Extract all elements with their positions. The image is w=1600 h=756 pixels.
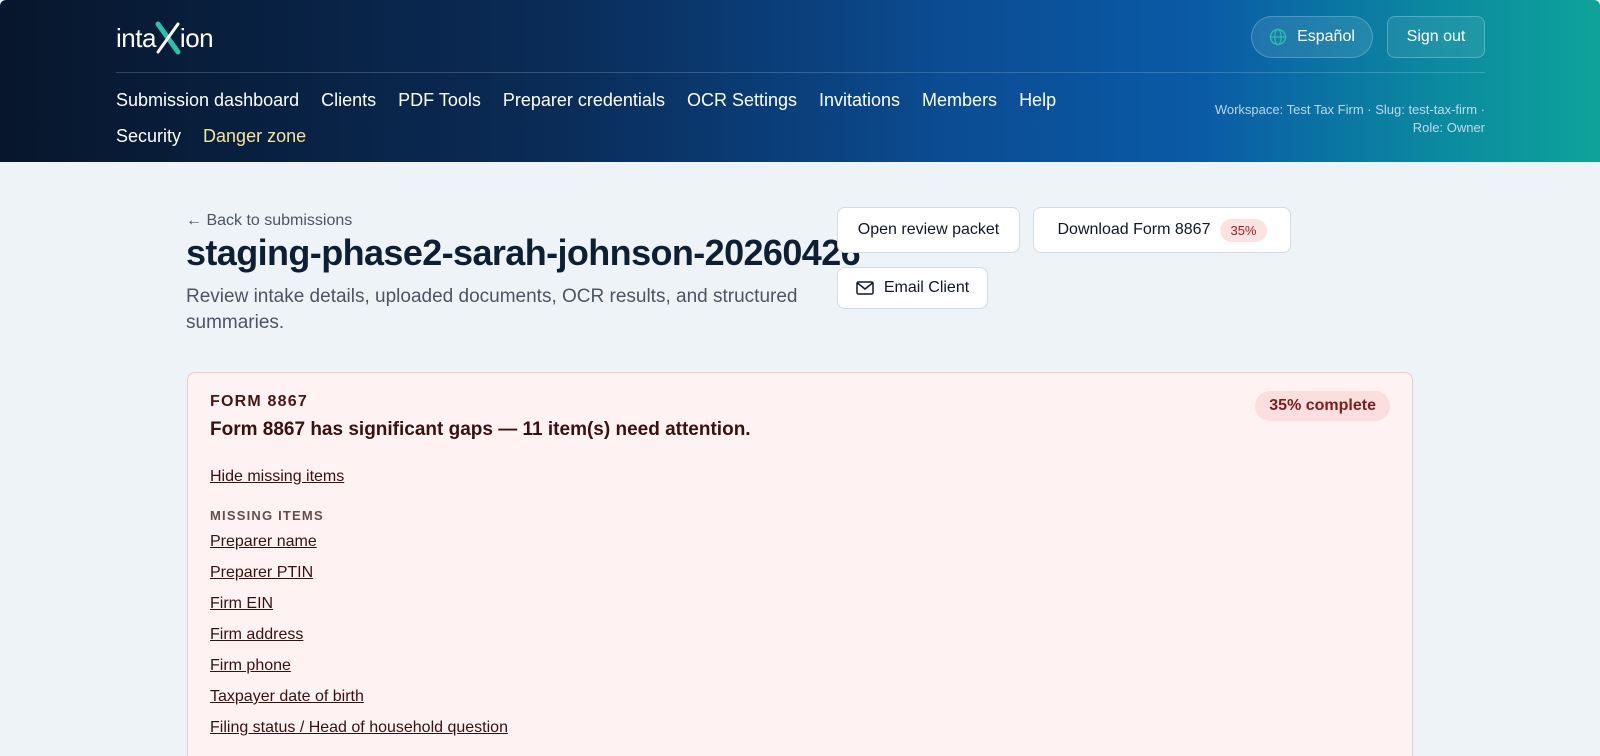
download-form-8867-button[interactable]: Download Form 8867 35% [1033,207,1291,253]
missing-item-link[interactable]: Preparer PTIN [210,564,508,595]
card-eyebrow: FORM 8867 [210,393,308,410]
form-8867-status-card: FORM 8867 Form 8867 has significant gaps… [187,372,1413,756]
page-subtitle: Review intake details, uploaded document… [186,286,798,333]
nav-preparer-credentials[interactable]: Preparer credentials [503,89,665,111]
card-headline: Form 8867 has significant gaps — 11 item… [210,419,751,440]
page-title: staging-phase2-sarah-johnson-20260426 [186,232,861,273]
nav-security[interactable]: Security [116,125,181,147]
missing-item-link[interactable]: Taxpayer date of birth [210,688,508,719]
main-nav: Submission dashboard Clients PDF Tools P… [116,89,1056,111]
download-progress-badge: 35% [1220,218,1267,242]
missing-item-link[interactable]: Firm address [210,626,508,657]
missing-item-link[interactable]: Firm EIN [210,595,508,626]
nav-help[interactable]: Help [1019,89,1056,111]
nav-members[interactable]: Members [922,89,997,111]
language-toggle-button[interactable]: Español [1251,16,1373,58]
mail-icon [856,281,874,295]
missing-item-link[interactable]: Firm phone [210,657,508,688]
completion-badge: 35% complete [1255,391,1390,421]
nav-submission-dashboard[interactable]: Submission dashboard [116,89,299,111]
missing-items-heading: MISSING ITEMS [210,508,324,523]
language-label: Español [1297,28,1355,45]
header-divider [116,72,1485,73]
nav-pdf-tools[interactable]: PDF Tools [398,89,481,111]
open-review-packet-button[interactable]: Open review packet [837,207,1020,253]
missing-item-link[interactable]: Filing status / Head of household questi… [210,719,508,750]
download-form-label: Download Form 8867 [1057,221,1211,238]
email-client-button[interactable]: Email Client [837,267,988,309]
hide-missing-items-link[interactable]: Hide missing items [210,468,344,486]
workspace-info: Workspace: Test Tax Firm · Slug: test-ta… [1165,101,1485,137]
brand-name-start: inta [116,22,156,53]
nav-invitations[interactable]: Invitations [819,89,900,111]
main-nav-second-row: Security Danger zone [116,125,306,147]
sign-out-button[interactable]: Sign out [1387,16,1485,58]
nav-clients[interactable]: Clients [321,89,376,111]
back-to-submissions-link[interactable]: ← Back to submissions [186,212,352,230]
brand-logo[interactable]: inta ion [116,20,214,56]
workspace-details: Workspace: Test Tax Firm · Slug: test-ta… [1214,102,1485,117]
brand-name-end: ion [179,22,214,53]
top-header: inta ion Español Sign out Submission das… [0,0,1600,162]
email-client-label: Email Client [883,279,970,296]
missing-items-list: Preparer name Preparer PTIN Firm EIN Fir… [210,533,508,750]
workspace-role: Role: Owner [1412,120,1485,135]
nav-ocr-settings[interactable]: OCR Settings [687,89,797,111]
brand-x-mark-icon [155,21,181,55]
nav-danger-zone[interactable]: Danger zone [203,125,306,147]
globe-icon [1269,28,1287,46]
missing-item-link[interactable]: Preparer name [210,533,508,564]
